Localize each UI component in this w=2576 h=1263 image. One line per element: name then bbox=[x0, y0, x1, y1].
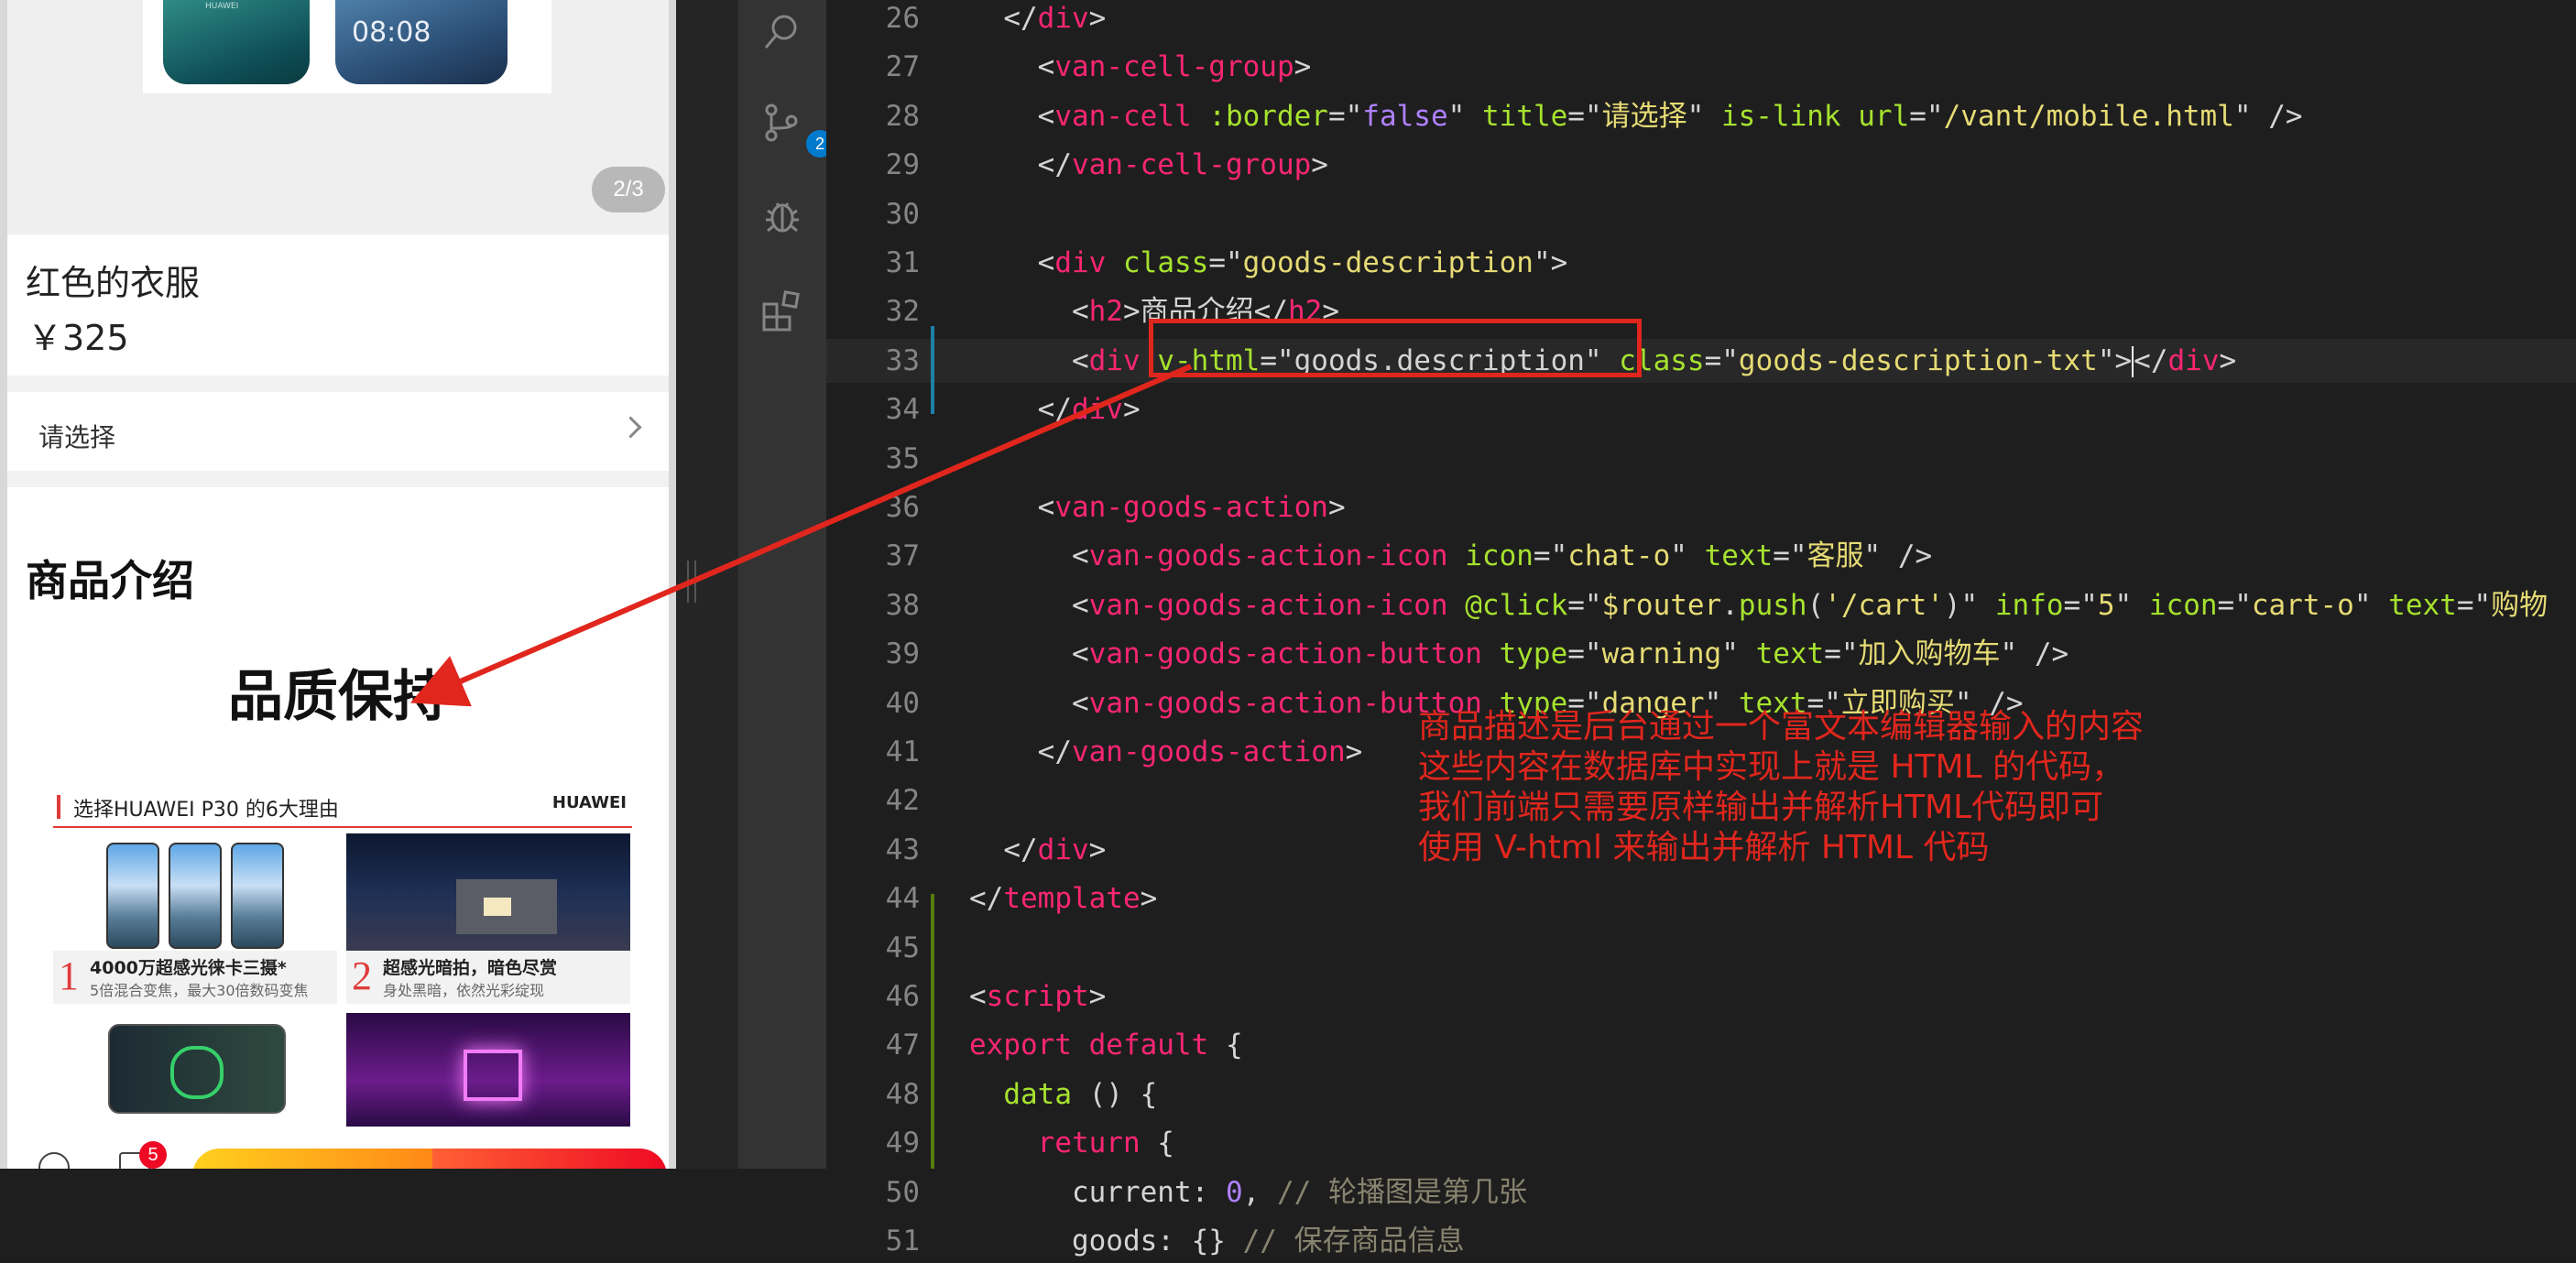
annotation-line: 我们前端只需要原样输出并解析HTML代码即可 bbox=[1418, 789, 2104, 826]
annotation-note: 商品描述是后台通过一个富文本编辑器输入的内容 这些内容在数据库中实现上就是 HT… bbox=[1418, 707, 2144, 868]
code-text: current: 0, // 轮播图是第几张 bbox=[969, 1170, 1527, 1214]
code-token: // 保存商品信息 bbox=[1242, 1225, 1465, 1258]
annotation-line: 使用 V-html 来输出并解析 HTML 代码 bbox=[1418, 829, 1990, 866]
code-token: , bbox=[1242, 1175, 1277, 1209]
code-line[interactable]: 50 current: 0, // 轮播图是第几张 bbox=[826, 1170, 2576, 1214]
line-number: 51 bbox=[885, 1225, 920, 1258]
annotation-line: 商品描述是后台通过一个富文本编辑器输入的内容 bbox=[1418, 708, 2145, 746]
annotation-line: 这些内容在数据库中实现上就是 HTML 的代码， bbox=[1418, 748, 2125, 786]
code-text: goods: {} // 保存商品信息 bbox=[969, 1219, 1465, 1263]
annotation-arrow bbox=[409, 364, 1193, 707]
code-token: goods: {} bbox=[969, 1225, 1243, 1258]
code-token: current: bbox=[969, 1175, 1226, 1209]
code-token: 0 bbox=[1225, 1175, 1243, 1209]
code-token: // 轮播图是第几张 bbox=[1276, 1175, 1527, 1209]
code-line[interactable]: 51 goods: {} // 保存商品信息 bbox=[826, 1219, 2576, 1263]
line-number: 50 bbox=[885, 1175, 920, 1209]
